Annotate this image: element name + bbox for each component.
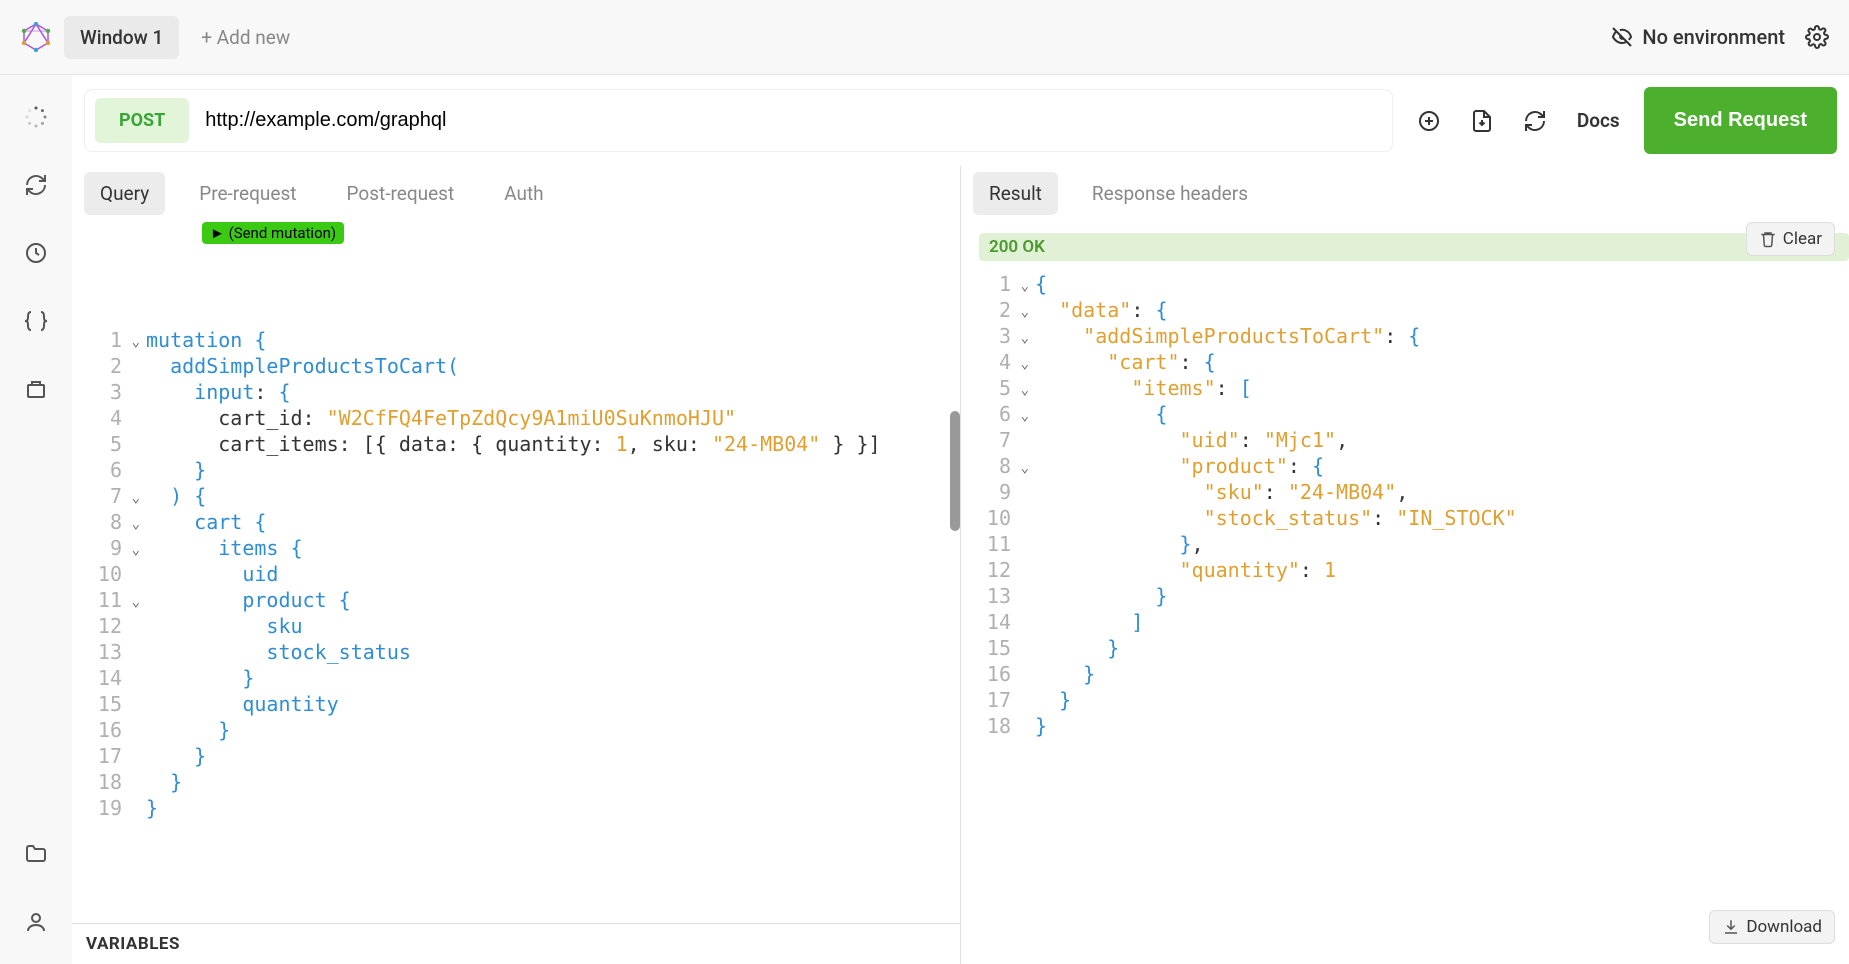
sidebar-history-icon[interactable] (24, 241, 48, 265)
result-viewer[interactable]: 1{2 "data": {3 "addSimpleProductsToCart"… (961, 261, 1849, 964)
url-input[interactable] (199, 101, 1382, 140)
download-icon (1722, 918, 1740, 936)
send-mutation-hint[interactable]: ► (Send mutation) (202, 222, 344, 244)
left-sidebar (0, 75, 72, 964)
settings-button[interactable] (1805, 25, 1829, 49)
window-tab-1[interactable]: Window 1 (64, 16, 179, 59)
result-pane: Result Response headers Clear 200 OK 1{2… (961, 166, 1849, 964)
reload-icon[interactable] (1523, 109, 1547, 133)
sidebar-user-icon[interactable] (24, 910, 48, 934)
download-button[interactable]: Download (1709, 910, 1835, 944)
tab-response-headers[interactable]: Response headers (1076, 172, 1264, 215)
environment-label: No environment (1642, 25, 1785, 49)
sidebar-collections-icon[interactable] (24, 377, 48, 401)
app-logo-icon (20, 21, 52, 53)
sidebar-sync-icon[interactable] (24, 173, 48, 197)
eye-off-icon (1610, 25, 1634, 49)
scrollbar-thumb[interactable] (950, 411, 960, 531)
add-tab-button[interactable]: + Add new (189, 16, 302, 59)
query-editor[interactable]: 1mutation {2 addSimpleProductsToCart(3 i… (72, 221, 960, 923)
add-icon[interactable] (1417, 109, 1441, 133)
tab-post-request[interactable]: Post-request (331, 172, 471, 215)
tab-result[interactable]: Result (973, 172, 1058, 215)
tab-pre-request[interactable]: Pre-request (183, 172, 312, 215)
status-badge: 200 OK (979, 233, 1849, 261)
save-file-icon[interactable] (1471, 109, 1493, 133)
top-bar: Window 1 + Add new No environment (0, 0, 1849, 75)
sidebar-variables-icon[interactable] (23, 309, 49, 333)
clear-button[interactable]: Clear (1746, 222, 1835, 256)
docs-button[interactable]: Docs (1577, 109, 1620, 132)
trash-icon (1759, 230, 1777, 248)
sidebar-folder-icon[interactable] (24, 842, 48, 866)
sidebar-loading-icon[interactable] (24, 105, 48, 129)
send-request-button[interactable]: Send Request (1644, 87, 1837, 154)
window-tabs: Window 1 + Add new (64, 16, 302, 59)
tab-auth[interactable]: Auth (488, 172, 559, 215)
gear-icon (1805, 25, 1829, 49)
query-pane: Query Pre-request Post-request Auth ► (S… (72, 166, 961, 964)
request-bar: POST Docs Send Request (72, 75, 1849, 166)
http-method-badge[interactable]: POST (95, 98, 189, 143)
environment-selector[interactable]: No environment (1610, 25, 1785, 49)
variables-section-header[interactable]: VARIABLES (72, 923, 960, 964)
tab-query[interactable]: Query (84, 172, 165, 215)
